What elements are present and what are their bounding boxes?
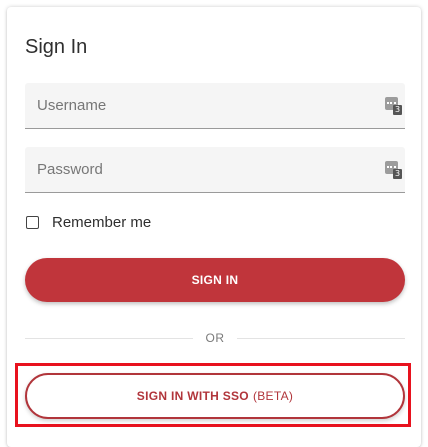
divider-line-right: [237, 338, 405, 339]
sso-beta-label: (BETA): [252, 389, 294, 403]
or-divider: OR: [25, 330, 405, 346]
sign-in-with-sso-button[interactable]: SIGN IN WITH SSO (BETA): [25, 373, 405, 419]
remember-me-label[interactable]: Remember me: [52, 214, 151, 231]
manager-count-badge: 3: [393, 169, 402, 179]
sign-in-button[interactable]: SIGN IN: [25, 258, 405, 302]
password-field-wrapper[interactable]: 3: [25, 147, 405, 193]
password-manager-icon[interactable]: 3: [385, 161, 402, 181]
username-input[interactable]: [25, 83, 405, 128]
password-manager-icon[interactable]: 3: [385, 97, 402, 117]
remember-me-row[interactable]: Remember me: [25, 212, 151, 232]
remember-me-checkbox[interactable]: [26, 215, 39, 229]
manager-count-badge: 3: [393, 105, 402, 115]
sign-in-button-label: SIGN IN: [191, 273, 239, 287]
page-title: Sign In: [25, 36, 88, 58]
password-input[interactable]: [25, 147, 405, 192]
sso-button-label: SIGN IN WITH SSO: [136, 389, 249, 403]
username-field-wrapper[interactable]: 3: [25, 83, 405, 129]
